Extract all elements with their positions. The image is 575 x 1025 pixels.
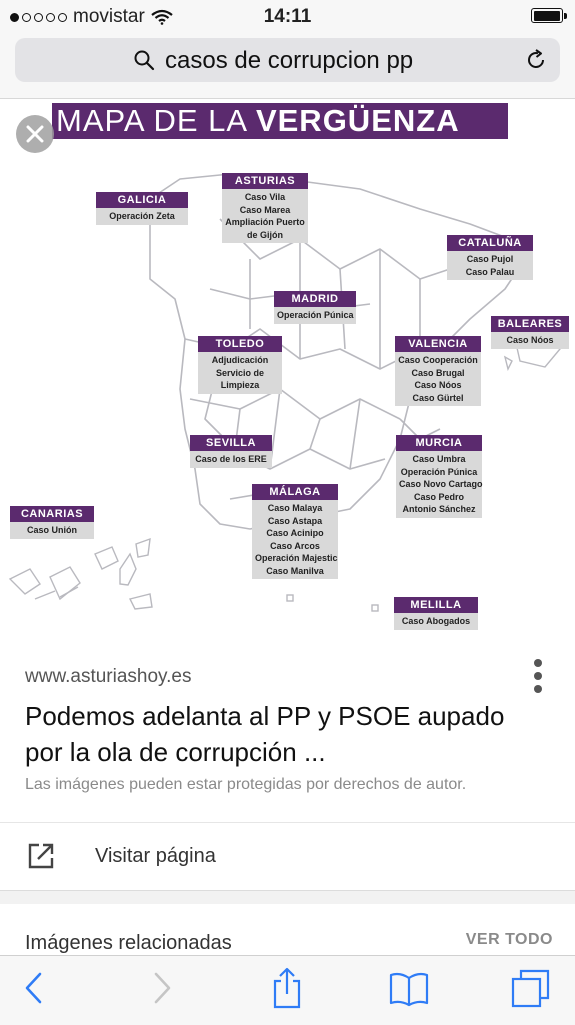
region-baleares: BALEARES Caso Nóos xyxy=(491,316,569,349)
address-bar-area: casos de corrupcion pp xyxy=(0,32,575,99)
region-cataluna: CATALUÑA Caso Pujol Caso Palau xyxy=(447,235,533,280)
search-icon xyxy=(134,50,155,71)
visit-page-button[interactable]: Visitar página xyxy=(0,823,575,889)
copyright-notice: Las imágenes pueden estar protegidas por… xyxy=(25,776,467,793)
region-melilla: MELILLA Caso Abogados xyxy=(394,597,478,630)
bookmarks-icon[interactable] xyxy=(388,970,430,1008)
region-madrid: MADRID Operación Púnica xyxy=(274,291,356,324)
source-domain[interactable]: www.asturiashoy.es xyxy=(25,666,192,688)
result-card: www.asturiashoy.es Podemos adelanta al P… xyxy=(0,636,575,891)
region-valencia: VALENCIA Caso Cooperación Caso Brugal Caso… xyxy=(395,336,481,406)
safari-toolbar xyxy=(0,955,575,1025)
image-preview[interactable]: MAPA DE LA VERGÜENZA GALICIA Operación Z… xyxy=(0,99,575,636)
search-query: casos de corrupcion pp xyxy=(165,47,414,74)
more-vertical-icon[interactable] xyxy=(531,658,545,694)
tabs-icon[interactable] xyxy=(510,968,552,1010)
search-input[interactable]: casos de corrupcion pp xyxy=(15,38,560,82)
external-link-icon xyxy=(28,843,54,869)
battery-icon xyxy=(531,8,567,23)
region-sevilla: SEVILLA Caso de los ERE xyxy=(190,435,272,468)
clock: 14:11 xyxy=(263,6,312,27)
map-title: MAPA DE LA VERGÜENZA xyxy=(52,103,508,139)
forward-icon[interactable] xyxy=(150,970,174,1006)
region-canarias: CANARIAS Caso Unión xyxy=(10,506,94,539)
region-asturias: ASTURIAS Caso Vila Caso Marea Ampliación P… xyxy=(222,173,308,243)
see-all-link[interactable]: VER TODO xyxy=(466,931,553,949)
region-toledo: TOLEDO Adjudicación Servicio de Limpieza xyxy=(198,336,282,394)
reload-icon[interactable] xyxy=(524,48,548,72)
region-galicia: GALICIA Operación Zeta xyxy=(96,192,188,225)
close-button[interactable] xyxy=(16,115,54,153)
back-icon[interactable] xyxy=(22,970,46,1006)
result-headline[interactable]: Podemos adelanta al PP y PSOE aupado por… xyxy=(25,698,545,770)
visit-page-label: Visitar página xyxy=(95,845,216,867)
region-murcia: MURCIA Caso Umbra Operación Púnica Caso No… xyxy=(396,435,483,518)
region-malaga: MÁLAGA Caso Malaya Caso Astapa Caso Acinip… xyxy=(252,484,338,579)
related-images-title: Imágenes relacionadas xyxy=(25,932,232,954)
status-bar: movistar 14:11 xyxy=(0,0,575,32)
share-icon[interactable] xyxy=(270,966,304,1010)
close-icon xyxy=(26,125,44,143)
